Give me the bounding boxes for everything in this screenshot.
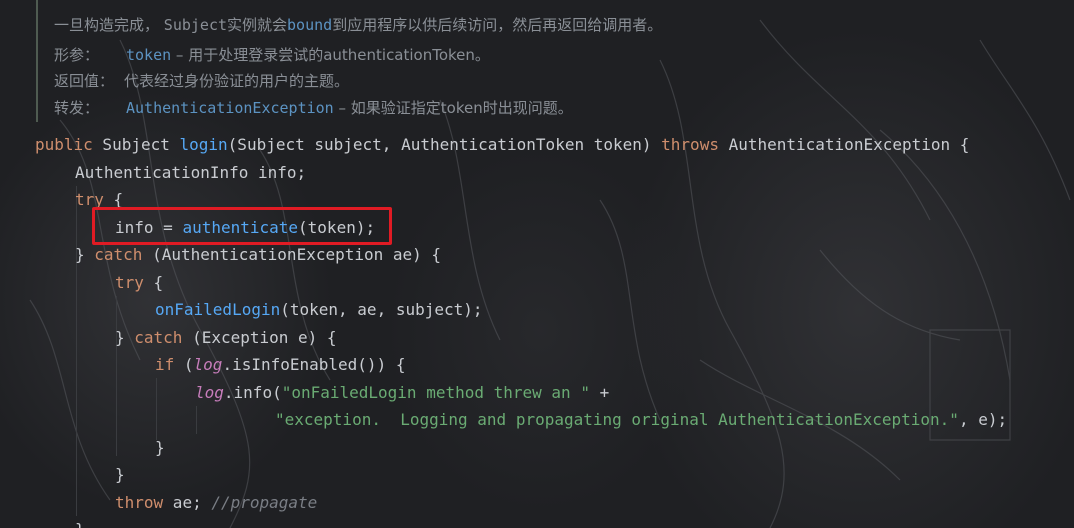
code-line-10[interactable]: log.info("onFailedLogin method threw an … <box>195 380 609 406</box>
code-line-2[interactable]: AuthenticationInfo info; <box>75 160 306 186</box>
param-name-link[interactable]: token <box>126 46 171 64</box>
code-line-13[interactable]: } <box>115 462 125 488</box>
code-line-1[interactable]: public Subject login(Subject subject, Au… <box>35 132 969 158</box>
code-line-12[interactable]: } <box>155 435 165 461</box>
doc-comment-gutter-bar <box>36 0 38 122</box>
exception-type-link[interactable]: AuthenticationException <box>126 99 334 117</box>
code-line-8[interactable]: } catch (Exception e) { <box>115 325 337 351</box>
indent-guide <box>156 378 157 440</box>
indent-guide <box>76 186 77 516</box>
code-line-5[interactable]: } catch (AuthenticationException ae) { <box>75 242 441 268</box>
doc-throws: 转发： AuthenticationException – 如果验证指定token… <box>54 99 573 117</box>
red-highlight-annotation <box>92 207 392 245</box>
doc-summary: 一旦构造完成， Subject实例就会bound到应用程序以供后续访问，然后再返… <box>54 16 663 34</box>
indent-guide <box>116 296 117 456</box>
code-line-9[interactable]: if (log.isInfoEnabled()) { <box>155 352 405 378</box>
indent-guide <box>196 406 197 434</box>
doc-returns: 返回值： 代表经过身份验证的用户的主题。 <box>54 72 350 90</box>
code-line-15[interactable]: } <box>75 517 85 528</box>
code-line-11[interactable]: "exception. Logging and propagating orig… <box>275 407 1007 433</box>
code-line-6[interactable]: try { <box>115 270 163 296</box>
code-line-7[interactable]: onFailedLogin(token, ae, subject); <box>155 297 483 323</box>
code-line-14[interactable]: throw ae; //propagate <box>115 490 317 516</box>
code-editor[interactable]: 一旦构造完成， Subject实例就会bound到应用程序以供后续访问，然后再返… <box>0 0 1074 528</box>
doc-params: 形参： token – 用于处理登录尝试的authenticationToken。 <box>54 46 490 64</box>
